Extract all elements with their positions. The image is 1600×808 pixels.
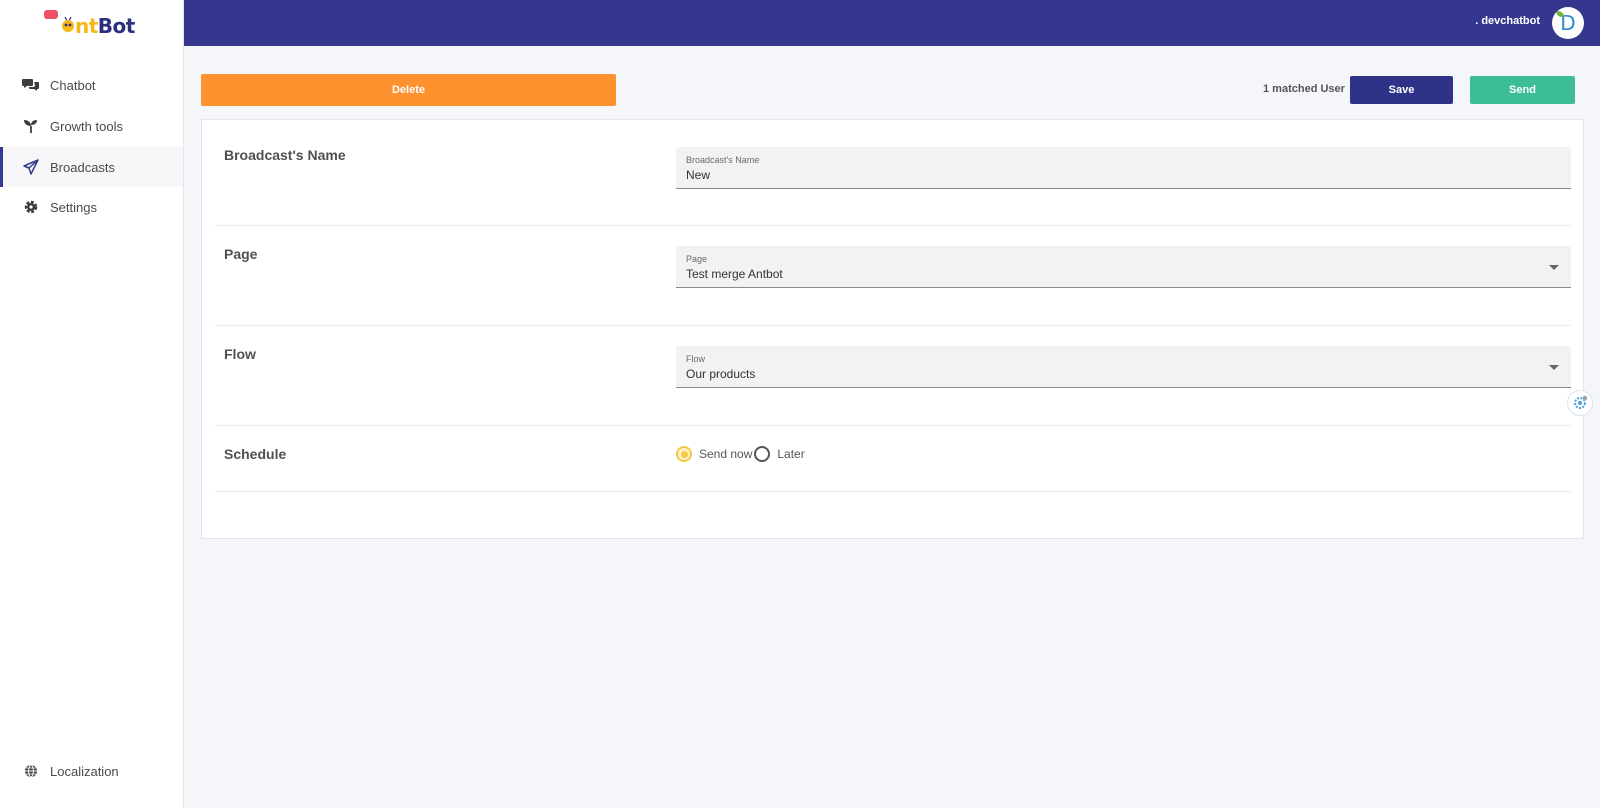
field-value: Test merge Antbot xyxy=(686,267,783,281)
top-bar: . devchatbot D xyxy=(184,0,1600,46)
chat-bubble-logo-icon xyxy=(44,10,58,19)
broadcast-name-label: Broadcast's Name xyxy=(224,147,346,163)
sidebar: AntBot Chatbot Growth tools Broadcasts S… xyxy=(0,0,184,808)
avatar[interactable]: D xyxy=(1552,7,1584,39)
sidebar-item-label: Growth tools xyxy=(50,118,123,134)
sidebar-item-settings[interactable]: Settings xyxy=(0,187,183,227)
field-value: New xyxy=(686,168,711,182)
flow-label: Flow xyxy=(224,346,256,362)
sprout-icon xyxy=(22,117,40,135)
chat-bubbles-icon xyxy=(22,76,40,94)
broadcast-name-field[interactable]: Broadcast's Name New xyxy=(676,147,1571,189)
send-button[interactable]: Send xyxy=(1470,76,1575,104)
send-now-radio[interactable] xyxy=(676,446,692,462)
chevron-down-icon xyxy=(1549,365,1559,370)
form-row-flow: Flow Flow Our products xyxy=(215,326,1571,426)
schedule-radio-group: Send now Later xyxy=(676,446,807,462)
brand-name-part1: Ant xyxy=(74,14,98,38)
later-label[interactable]: Later xyxy=(777,447,804,461)
sidebar-item-localization[interactable]: Localization xyxy=(0,751,183,791)
schedule-label: Schedule xyxy=(224,446,287,462)
brand-name: AntBot xyxy=(60,14,135,38)
form-row-page: Page Page Test merge Antbot xyxy=(215,226,1571,326)
sidebar-item-label: Localization xyxy=(50,763,119,779)
sidebar-item-chatbot[interactable]: Chatbot xyxy=(0,65,183,105)
field-floating-label: Broadcast's Name xyxy=(686,155,760,165)
sidebar-item-label: Chatbot xyxy=(50,77,96,93)
antbot-logo[interactable]: AntBot xyxy=(44,6,154,40)
field-floating-label: Flow xyxy=(686,354,706,364)
gear-icon xyxy=(22,198,40,216)
send-now-label[interactable]: Send now xyxy=(699,447,752,461)
sidebar-item-label: Broadcasts xyxy=(50,159,116,175)
chevron-down-icon xyxy=(1549,265,1559,270)
username[interactable]: . devchatbot xyxy=(1475,15,1540,27)
delete-button[interactable]: Delete xyxy=(201,74,616,106)
brand-name-part2: Bot xyxy=(97,14,136,38)
radio-dot xyxy=(680,450,688,458)
form-row-name: Broadcast's Name Broadcast's Name New xyxy=(215,120,1571,226)
page-label: Page xyxy=(224,246,258,262)
later-radio[interactable] xyxy=(754,446,771,462)
matched-users-count: 1 matched User xyxy=(1263,83,1345,95)
assistant-widget-icon[interactable] xyxy=(1567,390,1593,416)
field-value: Our products xyxy=(686,367,756,381)
save-button[interactable]: Save xyxy=(1350,76,1453,104)
globe-icon xyxy=(22,762,40,780)
broadcast-form: Broadcast's Name Broadcast's Name New Pa… xyxy=(201,119,1584,539)
paper-plane-icon xyxy=(22,158,40,176)
sidebar-item-broadcasts[interactable]: Broadcasts xyxy=(0,147,183,187)
field-floating-label: Page xyxy=(686,254,708,264)
page-select[interactable]: Page Test merge Antbot xyxy=(676,246,1571,288)
sidebar-item-label: Settings xyxy=(50,199,97,215)
form-row-schedule: Schedule Send now Later xyxy=(215,426,1571,492)
flow-select[interactable]: Flow Our products xyxy=(676,346,1571,388)
sidebar-item-growth-tools[interactable]: Growth tools xyxy=(0,106,183,146)
